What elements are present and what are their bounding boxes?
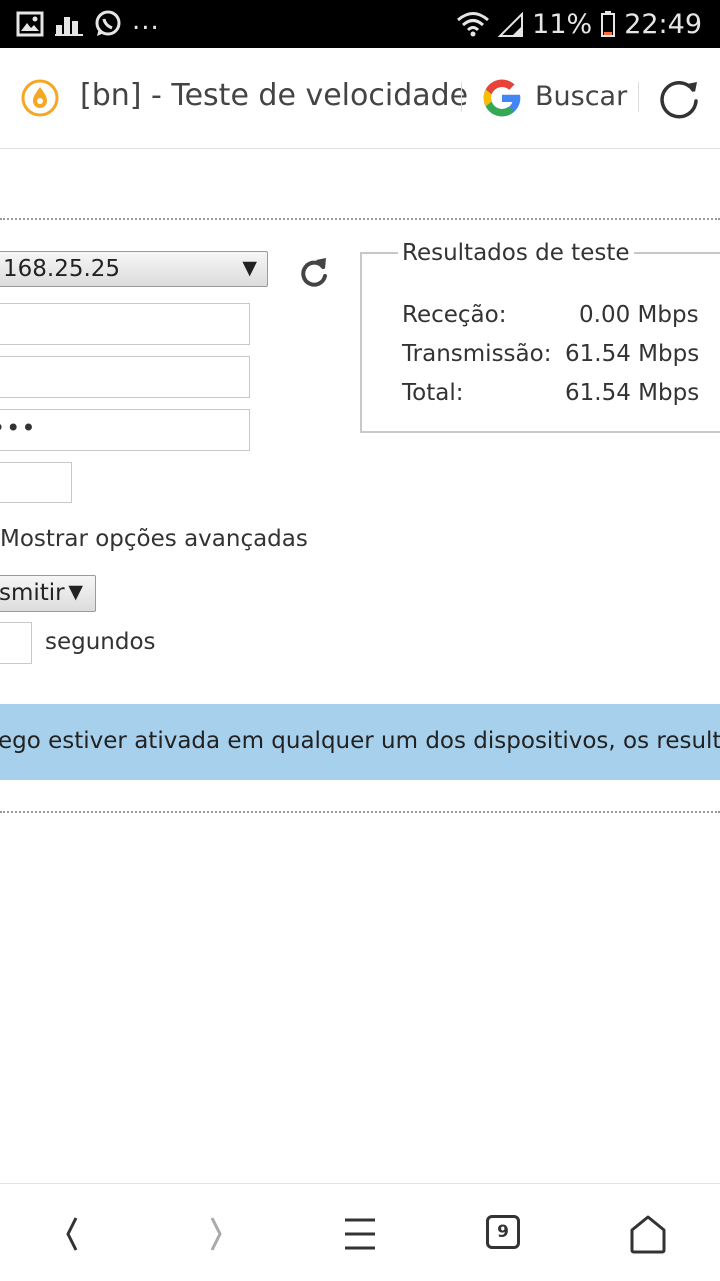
page-title[interactable]: [bn] - Teste de velocidade	[80, 78, 468, 113]
search-label[interactable]: Buscar	[535, 81, 627, 112]
port-field[interactable]	[0, 462, 72, 503]
result-label-upload: Transmissão:	[402, 341, 552, 367]
more-notifications: ...	[132, 6, 160, 36]
forward-icon[interactable]	[194, 1212, 238, 1256]
site-icon	[21, 79, 59, 117]
direction-select-value: smitir	[0, 580, 65, 606]
advanced-options-toggle[interactable]: Mostrar opções avançadas	[0, 526, 308, 552]
chevron-down-icon: ▼	[68, 581, 83, 603]
clock: 22:49	[624, 8, 702, 40]
bottom-navigation: 9	[0, 1183, 720, 1281]
toolbar-divider	[638, 82, 639, 112]
result-label-download: Receção:	[402, 302, 507, 328]
system-icons: 11% 22:49	[456, 6, 702, 42]
info-banner: ego estiver ativada em qualquer um dos d…	[0, 704, 720, 780]
address-field[interactable]	[0, 356, 250, 398]
result-label-total: Total:	[402, 380, 464, 406]
wifi-icon	[457, 12, 490, 37]
result-value-total: 61.54 Mbps	[565, 380, 700, 406]
notification-icons: ...	[16, 6, 160, 40]
battery-icon	[601, 11, 616, 37]
whatsapp-icon	[95, 10, 121, 36]
server-select-value: 168.25.25	[3, 256, 121, 282]
tabs-icon[interactable]: 9	[486, 1215, 520, 1249]
username-field[interactable]	[0, 303, 250, 345]
battery-percent: 11%	[532, 8, 593, 40]
chevron-down-icon: ▼	[242, 257, 257, 279]
server-select[interactable]: 168.25.25 ▼	[0, 251, 268, 287]
home-icon[interactable]	[626, 1212, 670, 1256]
result-value-download: 0.00 Mbps	[579, 302, 699, 328]
reload-icon[interactable]	[656, 76, 702, 122]
refresh-icon[interactable]	[296, 254, 332, 290]
gallery-icon	[16, 11, 44, 37]
divider-top	[0, 218, 720, 220]
info-banner-text: ego estiver ativada em qualquer um dos d…	[0, 728, 720, 754]
back-icon[interactable]	[50, 1212, 94, 1256]
divider-bottom	[0, 811, 720, 813]
browser-toolbar: [bn] - Teste de velocidade Buscar	[0, 48, 720, 149]
menu-icon[interactable]	[338, 1212, 382, 1256]
result-value-upload: 61.54 Mbps	[565, 341, 700, 367]
direction-select[interactable]: smitir ▼	[0, 575, 96, 612]
password-field[interactable]: •••	[0, 409, 250, 451]
password-mask: •••	[0, 414, 37, 442]
results-panel: Resultados de teste Receção: 0.00 Mbps T…	[360, 240, 720, 433]
google-icon[interactable]	[480, 76, 524, 120]
signal-icon	[498, 11, 524, 37]
duration-field[interactable]	[0, 622, 32, 664]
chart-icon	[55, 17, 83, 36]
seconds-label: segundos	[45, 629, 156, 655]
status-bar: ... 11% 22:49	[0, 0, 720, 48]
results-legend: Resultados de teste	[398, 240, 634, 266]
toolbar-divider	[461, 82, 462, 112]
